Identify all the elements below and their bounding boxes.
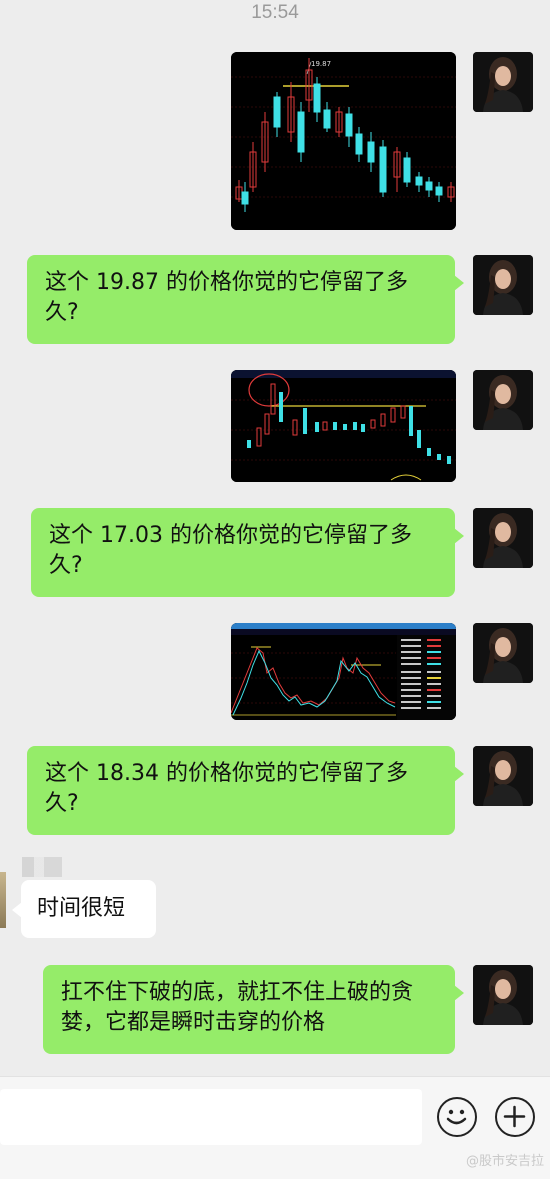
- avatar-image: [473, 508, 533, 568]
- candlestick-chart: [231, 623, 456, 720]
- message-text: 扛不住下破的底，就扛不住上破的贪婪，它都是瞬时击穿的价格: [61, 980, 414, 1035]
- avatar-image: [473, 965, 533, 1025]
- message-bubble[interactable]: 扛不住下破的底，就扛不住上破的贪婪，它都是瞬时击穿的价格: [43, 965, 464, 1054]
- avatar-image: [473, 255, 533, 315]
- my-avatar[interactable]: [473, 965, 533, 1025]
- chart-image-message[interactable]: [231, 623, 456, 720]
- plus-icon[interactable]: [495, 1097, 535, 1137]
- message-text: 这个 17.03 的价格你觉的它停留了多久?: [49, 523, 412, 578]
- my-avatar[interactable]: [473, 255, 533, 315]
- message-text: 这个 18.34 的价格你觉的它停留了多久?: [45, 761, 408, 816]
- emoji-face-glyph: [446, 1109, 467, 1125]
- avatar-image: [473, 746, 533, 806]
- emoji-icon[interactable]: [437, 1097, 477, 1137]
- message-text: 这个 19.87 的价格你觉的它停留了多久?: [45, 270, 408, 325]
- status-time: 15:54: [251, 2, 299, 23]
- message-bubble[interactable]: 这个 19.87 的价格你觉的它停留了多久?: [27, 255, 464, 344]
- my-avatar[interactable]: [473, 623, 533, 683]
- sender-name-blurred: [22, 857, 62, 877]
- avatar-image: [473, 370, 533, 430]
- message-bubble[interactable]: 这个 17.03 的价格你觉的它停留了多久?: [31, 508, 464, 597]
- message-input[interactable]: [0, 1089, 422, 1145]
- plus-glyph: [503, 1105, 526, 1128]
- my-avatar[interactable]: [473, 746, 533, 806]
- chart-image-message[interactable]: 19.87: [231, 52, 456, 230]
- my-avatar[interactable]: [473, 508, 533, 568]
- watermark: @股市安吉拉: [465, 1154, 544, 1169]
- candlestick-chart: 19.87: [231, 52, 456, 230]
- price-label: 19.87: [311, 60, 331, 68]
- avatar-image: [473, 52, 533, 112]
- other-avatar[interactable]: [0, 872, 6, 928]
- message-bubble-incoming[interactable]: 时间很短: [12, 880, 156, 938]
- candlestick-chart: [231, 370, 456, 482]
- chart-image-message[interactable]: [231, 370, 456, 482]
- avatar-image: [473, 623, 533, 683]
- my-avatar[interactable]: [473, 370, 533, 430]
- my-avatar[interactable]: [473, 52, 533, 112]
- message-bubble[interactable]: 这个 18.34 的价格你觉的它停留了多久?: [27, 746, 464, 835]
- message-text: 时间很短: [37, 896, 126, 921]
